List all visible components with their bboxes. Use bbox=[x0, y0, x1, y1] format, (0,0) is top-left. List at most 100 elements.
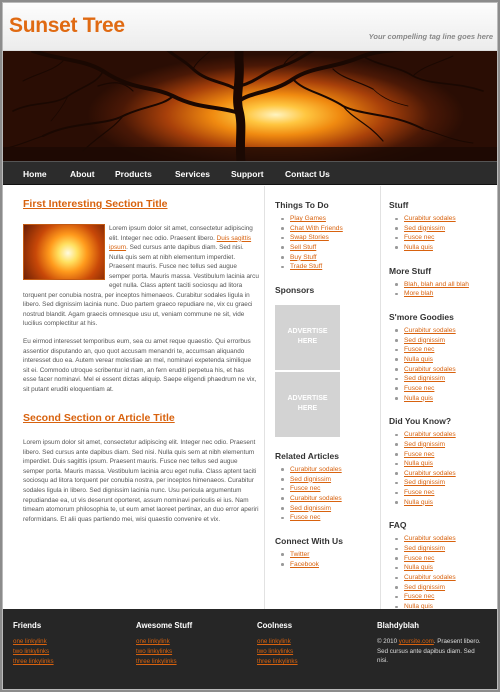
main-area: First Interesting Section Title Lorem ip… bbox=[3, 186, 497, 610]
footer-link[interactable]: one linkylink bbox=[257, 637, 298, 647]
list-link[interactable]: Nulla quis bbox=[404, 356, 433, 363]
list-link[interactable]: Sed dignissim bbox=[404, 479, 445, 486]
list-item: Fusce nec bbox=[389, 488, 495, 498]
list-link[interactable]: Fusce nec bbox=[404, 593, 434, 600]
list-item: Sed dignissim bbox=[389, 374, 495, 384]
list-item: Curabitur sodales bbox=[389, 326, 495, 336]
site-link[interactable]: yoursite.com bbox=[399, 638, 434, 645]
stuff-list: Curabitur sodales Sed dignissim Fusce ne… bbox=[389, 214, 495, 253]
list-link[interactable]: Blah, blah and all blah bbox=[404, 281, 469, 288]
list-item: Curabitur sodales bbox=[275, 494, 375, 504]
list-link[interactable]: Curabitur sodales bbox=[290, 466, 342, 473]
list-item: Sed dignissim bbox=[389, 336, 495, 346]
sidebar-heading: Things To Do bbox=[275, 200, 329, 210]
footer-link[interactable]: one linkylink bbox=[136, 637, 192, 647]
list-item: Play Games bbox=[275, 214, 375, 224]
sidebar-heading: More Stuff bbox=[389, 265, 432, 276]
nav-contact-us[interactable]: Contact Us bbox=[285, 169, 330, 179]
list-link[interactable]: Sed dignissim bbox=[404, 545, 445, 552]
list-link[interactable]: Sed dignissim bbox=[404, 225, 445, 232]
footer-link[interactable]: three linkylinks bbox=[13, 657, 54, 667]
list-link[interactable]: Sed dignissim bbox=[404, 375, 445, 382]
list-link[interactable]: Fusce nec bbox=[290, 514, 320, 521]
list-link[interactable]: More blah bbox=[404, 290, 433, 297]
list-item: Fusce nec bbox=[389, 450, 495, 460]
list-link[interactable]: Sed dignissim bbox=[404, 584, 445, 591]
footer-link[interactable]: one linkylink bbox=[13, 637, 54, 647]
list-link[interactable]: Sed dignissim bbox=[290, 505, 331, 512]
list-link[interactable]: Curabitur sodales bbox=[404, 574, 456, 581]
header: Sunset Tree Your compelling tag line goe… bbox=[3, 3, 497, 51]
site-title[interactable]: Sunset Tree bbox=[9, 14, 125, 38]
list-item: Nulla quis bbox=[389, 394, 495, 404]
list-link[interactable]: Curabitur sodales bbox=[404, 327, 456, 334]
advertise-here-box[interactable]: ADVERTISE HERE bbox=[275, 304, 340, 370]
section-paragraph: Lorem ipsum dolor sit amet, consectetur … bbox=[23, 439, 259, 523]
list-item: Chat With Friends bbox=[275, 224, 375, 234]
list-link[interactable]: Nulla quis bbox=[404, 460, 433, 467]
list-link[interactable]: Curabitur sodales bbox=[404, 470, 456, 477]
did-you-know-list: Curabitur sodales Sed dignissim Fusce ne… bbox=[389, 430, 495, 507]
list-link[interactable]: Fusce nec bbox=[290, 485, 320, 492]
section-title[interactable]: Second Section or Article Title bbox=[23, 412, 259, 424]
copyright-text: © 2010 yoursite.com. Praesent libero. Se… bbox=[377, 638, 481, 664]
nav-home[interactable]: Home bbox=[23, 169, 47, 179]
main-navigation: Home About Products Services Support Con… bbox=[3, 161, 497, 185]
list-item: Facebook bbox=[275, 560, 375, 570]
facebook-link[interactable]: Facebook bbox=[290, 561, 319, 568]
list-link[interactable]: Fusce nec bbox=[404, 234, 434, 241]
list-link[interactable]: Curabitur sodales bbox=[404, 431, 456, 438]
footer-link[interactable]: two linkylinks bbox=[13, 647, 54, 657]
section-title[interactable]: First Interesting Section Title bbox=[23, 198, 259, 210]
list-item: Trade Stuff bbox=[275, 262, 375, 272]
list-link[interactable]: Play Games bbox=[290, 215, 326, 222]
list-link[interactable]: Swap Stories bbox=[290, 234, 329, 241]
list-link[interactable]: Nulla quis bbox=[404, 499, 433, 506]
list-item: Sed dignissim bbox=[389, 224, 495, 234]
sidebar-heading: Did You Know? bbox=[389, 416, 452, 427]
list-link[interactable]: Sed dignissim bbox=[404, 441, 445, 448]
list-link[interactable]: Fusce nec bbox=[404, 385, 434, 392]
section-paragraph: Lorem ipsum dolor sit amet, consectetur … bbox=[23, 224, 259, 328]
list-item: Twitter bbox=[275, 550, 375, 560]
nav-support[interactable]: Support bbox=[231, 169, 264, 179]
nav-products[interactable]: Products bbox=[115, 169, 152, 179]
footer-link[interactable]: three linkylinks bbox=[257, 657, 298, 667]
list-link[interactable]: Buy Stuff bbox=[290, 254, 317, 261]
column-divider bbox=[264, 186, 265, 609]
nav-services[interactable]: Services bbox=[175, 169, 210, 179]
list-link[interactable]: Sed dignissim bbox=[290, 476, 331, 483]
list-link[interactable]: Nulla quis bbox=[404, 244, 433, 251]
list-link[interactable]: Chat With Friends bbox=[290, 225, 343, 232]
list-item: Curabitur sodales bbox=[275, 465, 375, 475]
footer-link[interactable]: two linkylinks bbox=[257, 647, 298, 657]
list-link[interactable]: Trade Stuff bbox=[290, 263, 322, 270]
list-link[interactable]: Nulla quis bbox=[404, 395, 433, 402]
list-link[interactable]: Curabitur sodales bbox=[404, 366, 456, 373]
list-link[interactable]: Sell Stuff bbox=[290, 244, 316, 251]
twitter-link[interactable]: Twitter bbox=[290, 551, 309, 558]
advertise-here-box[interactable]: ADVERTISE HERE bbox=[275, 371, 340, 437]
list-link[interactable]: Fusce nec bbox=[404, 346, 434, 353]
list-link[interactable]: Fusce nec bbox=[404, 555, 434, 562]
more-stuff-list: Blah, blah and all blah More blah bbox=[389, 280, 495, 299]
footer-link[interactable]: three linkylinks bbox=[136, 657, 192, 667]
list-link[interactable]: Curabitur sodales bbox=[404, 535, 456, 542]
list-link[interactable]: Fusce nec bbox=[404, 451, 434, 458]
section-paragraph: Eu eirmod interesset temporibus eum, sea… bbox=[23, 338, 257, 393]
list-link[interactable]: Sed dignissim bbox=[404, 337, 445, 344]
footer-link[interactable]: two linkylinks bbox=[136, 647, 192, 657]
list-item: Sed dignissim bbox=[389, 583, 495, 593]
sidebar-heading: Related Articles bbox=[275, 450, 339, 461]
list-link[interactable]: Curabitur sodales bbox=[404, 215, 456, 222]
list-link[interactable]: Nulla quis bbox=[404, 564, 433, 571]
list-item: Sed dignissim bbox=[389, 544, 495, 554]
nav-about[interactable]: About bbox=[70, 169, 95, 179]
list-item: Nulla quis bbox=[389, 355, 495, 365]
list-item: Nulla quis bbox=[389, 563, 495, 573]
footer-column-blahdyblah: Blahdyblah © 2010 yoursite.com. Praesent… bbox=[377, 621, 483, 665]
list-item: Fusce nec bbox=[389, 233, 495, 243]
list-link[interactable]: Curabitur sodales bbox=[290, 495, 342, 502]
main-content: First Interesting Section Title Lorem ip… bbox=[23, 198, 259, 532]
list-link[interactable]: Fusce nec bbox=[404, 489, 434, 496]
